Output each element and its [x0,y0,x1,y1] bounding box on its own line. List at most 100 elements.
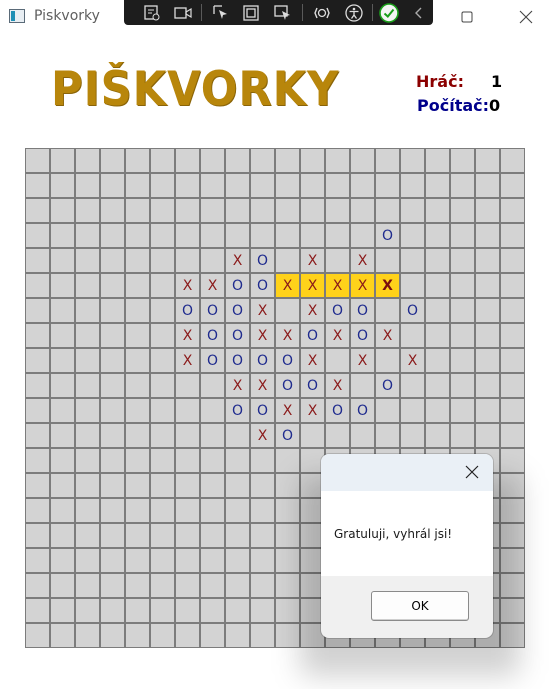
board-cell[interactable] [100,473,125,498]
board-cell[interactable] [75,473,100,498]
board-cell[interactable] [25,498,50,523]
board-cell[interactable]: O [250,348,275,373]
board-cell[interactable] [200,173,225,198]
board-cell[interactable] [50,473,75,498]
board-cell[interactable] [225,473,250,498]
board-cell[interactable] [425,148,450,173]
board-cell[interactable] [150,273,175,298]
board-cell[interactable] [350,223,375,248]
board-cell[interactable] [50,248,75,273]
board-cell[interactable]: X [175,323,200,348]
board-cell[interactable] [50,423,75,448]
board-cell[interactable] [225,523,250,548]
board-cell[interactable] [175,573,200,598]
board-cell[interactable] [150,498,175,523]
close-window-button[interactable] [511,6,541,28]
board-cell[interactable] [150,148,175,173]
board-cell[interactable] [75,598,100,623]
board-cell[interactable] [250,173,275,198]
board-cell[interactable]: O [250,248,275,273]
board-cell[interactable] [275,498,300,523]
board-cell[interactable] [150,398,175,423]
board-cell[interactable] [75,573,100,598]
board-cell[interactable]: O [300,323,325,348]
board-cell[interactable] [175,398,200,423]
board-cell[interactable]: O [225,323,250,348]
board-cell[interactable] [25,523,50,548]
board-cell[interactable] [500,448,525,473]
board-cell[interactable]: X [250,323,275,348]
board-cell[interactable] [175,423,200,448]
board-cell[interactable] [50,373,75,398]
board-cell[interactable] [100,548,125,573]
board-cell[interactable] [250,198,275,223]
board-cell[interactable] [125,423,150,448]
board-cell[interactable]: X [300,398,325,423]
board-cell[interactable] [225,198,250,223]
board-cell[interactable] [400,273,425,298]
board-cell[interactable] [175,548,200,573]
board-cell[interactable] [450,248,475,273]
board-cell[interactable] [75,173,100,198]
board-cell[interactable] [175,598,200,623]
board-cell[interactable] [150,623,175,648]
board-cell[interactable] [100,173,125,198]
board-cell[interactable]: O [250,398,275,423]
select-element-icon[interactable] [210,2,232,23]
board-cell[interactable] [475,348,500,373]
board-cell[interactable] [75,273,100,298]
board-cell[interactable] [450,373,475,398]
video-icon[interactable] [172,2,194,23]
board-cell[interactable] [200,623,225,648]
board-cell[interactable] [125,448,150,473]
board-cell[interactable] [450,348,475,373]
board-cell[interactable]: X [275,398,300,423]
board-cell[interactable] [25,623,50,648]
board-cell[interactable] [400,148,425,173]
board-cell[interactable] [250,473,275,498]
board-cell[interactable] [375,348,400,373]
board-cell[interactable]: X [300,273,325,298]
board-cell[interactable] [75,148,100,173]
board-cell[interactable] [100,223,125,248]
board-cell[interactable]: O [300,373,325,398]
board-cell[interactable] [500,248,525,273]
board-cell[interactable] [200,373,225,398]
board-cell[interactable] [350,173,375,198]
board-cell[interactable] [150,373,175,398]
board-cell[interactable] [225,498,250,523]
board-cell[interactable] [500,298,525,323]
board-cell[interactable] [75,498,100,523]
board-cell[interactable] [25,223,50,248]
board-cell[interactable] [450,323,475,348]
board-cell[interactable] [350,198,375,223]
board-cell[interactable] [400,173,425,198]
board-cell[interactable] [425,298,450,323]
board-cell[interactable] [150,573,175,598]
board-cell[interactable] [150,323,175,348]
live-tree-icon[interactable] [141,2,163,23]
board-cell[interactable]: O [375,223,400,248]
board-cell[interactable] [75,423,100,448]
board-cell[interactable] [50,323,75,348]
board-cell[interactable]: X [300,248,325,273]
board-cell[interactable] [500,373,525,398]
board-cell[interactable] [100,498,125,523]
board-cell[interactable] [50,498,75,523]
board-cell[interactable]: X [250,373,275,398]
board-cell[interactable] [275,148,300,173]
board-cell[interactable]: X [275,273,300,298]
board-cell[interactable] [425,273,450,298]
board-cell[interactable] [150,173,175,198]
board-cell[interactable] [25,548,50,573]
board-cell[interactable] [500,198,525,223]
board-cell[interactable]: X [300,298,325,323]
board-cell[interactable] [375,298,400,323]
board-cell[interactable] [425,398,450,423]
board-cell[interactable] [425,198,450,223]
board-cell[interactable] [450,273,475,298]
board-cell[interactable]: O [275,423,300,448]
board-cell[interactable]: O [200,348,225,373]
board-cell[interactable] [500,148,525,173]
board-cell[interactable] [75,373,100,398]
